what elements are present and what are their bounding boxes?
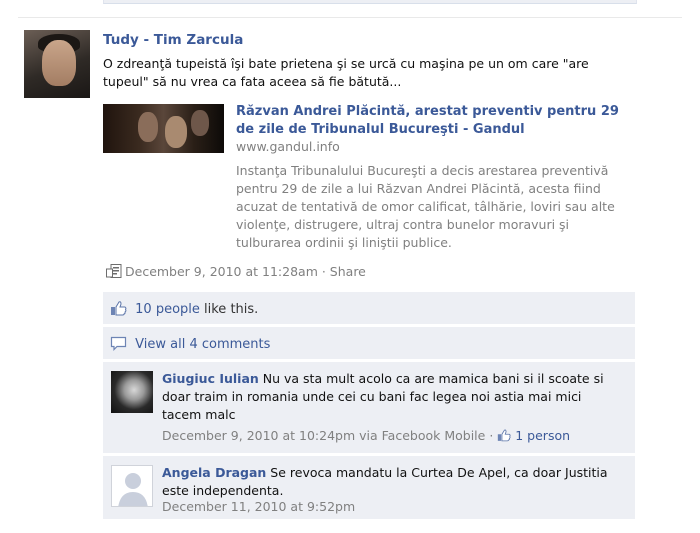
comment-timestamp[interactable]: December 11, 2010 at 9:52pm [162,499,355,514]
comment-meta: December 9, 2010 at 10:24pm via Facebook… [162,428,570,443]
view-all-comments-link[interactable]: View all 4 comments [135,337,270,352]
meta-separator: · [485,428,498,443]
comment-item: Giugiuc Iulian Nu va sta mult acolo ca a… [103,362,635,453]
likes-suffix: like this. [199,302,259,317]
comment-timestamp[interactable]: December 9, 2010 at 10:24pm via Facebook… [162,428,485,443]
default-avatar-silhouette[interactable] [111,465,153,507]
commenter-avatar[interactable] [111,371,153,413]
commenter-name[interactable]: Giugiuc Iulian [162,371,259,386]
comment-body: Angela Dragan Se revoca mandatu la Curte… [162,464,622,500]
view-all-comments-box[interactable]: View all 4 comments [103,327,635,359]
comment-item: Angela Dragan Se revoca mandatu la Curte… [103,456,635,519]
comment-body: Giugiuc Iulian Nu va sta mult acolo ca a… [162,370,622,424]
thumbs-up-icon [110,301,135,317]
story-divider [18,17,682,18]
comment-bubble-icon [110,336,135,352]
share-link[interactable]: Share [330,264,366,279]
likers-link[interactable]: 10 people [135,302,200,317]
post-author-name[interactable]: Tudy - Tim Zarcula [103,32,243,48]
meta-separator: · [317,264,330,279]
thumbs-up-icon [497,428,515,443]
post-message: O zdreanţă tupeistă îşi bate prietena şi… [103,56,589,89]
comment-meta: December 11, 2010 at 9:52pm [162,499,355,514]
link-domain: www.gandul.info [236,139,340,154]
author-avatar[interactable] [24,30,90,98]
link-title[interactable]: Răzvan Andrei Plăcintă, arestat preventi… [236,103,636,139]
post-timestamp[interactable]: December 9, 2010 at 11:28am [125,264,318,279]
comment-like-count[interactable]: 1 person [515,428,570,443]
link-description: Instanţa Tribunalului Bucureşti a decis … [236,163,615,250]
commenter-name[interactable]: Angela Dragan [162,465,266,480]
likes-box: 10 people like this. [103,292,635,324]
link-post-icon [106,264,122,278]
link-thumbnail[interactable] [103,104,224,153]
previous-story-comment-box [103,0,637,4]
post-meta: December 9, 2010 at 11:28am · Share [106,264,366,279]
